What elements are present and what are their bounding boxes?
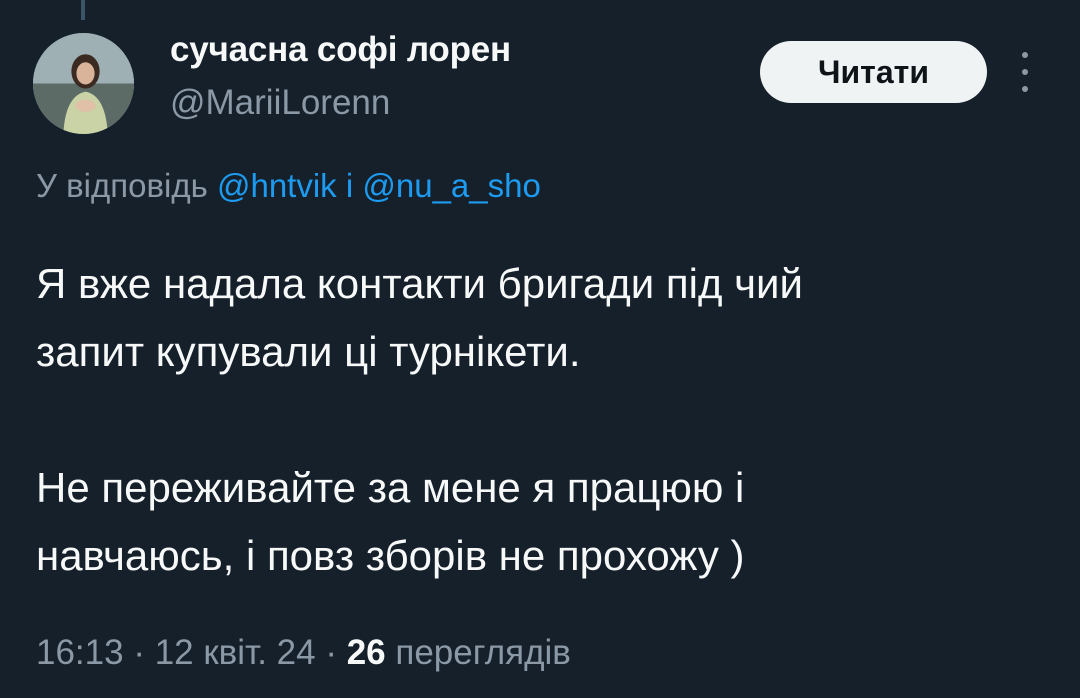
tweet-line: Не переживайте за мене я працюю і: [36, 464, 745, 511]
meta-separator: ·: [325, 633, 337, 672]
avatar-photo: [33, 33, 134, 134]
author-display-name[interactable]: сучасна софі лорен: [170, 30, 511, 70]
tweet-date[interactable]: 12 квіт. 24: [155, 633, 316, 672]
views-label[interactable]: переглядів: [395, 633, 571, 672]
more-vertical-icon[interactable]: [1010, 52, 1040, 92]
tweet-line: Я вже надала контакти бригади під чий: [36, 260, 803, 307]
meta-separator: ·: [133, 633, 145, 672]
reply-mention-hntvik[interactable]: @hntvik: [217, 167, 337, 204]
tweet-time[interactable]: 16:13: [36, 633, 124, 672]
more-dot: [1022, 86, 1028, 92]
reply-mention-nu-a-sho[interactable]: @nu_a_sho: [362, 167, 540, 204]
avatar[interactable]: [33, 33, 134, 134]
tweet-line: навчаюсь, і повз зборів не прохожу ): [36, 532, 745, 579]
reply-prefix: У відповідь: [36, 167, 208, 204]
thread-connector-line: [81, 0, 85, 20]
reply-mention-separator: і: [345, 167, 354, 204]
views-count[interactable]: 26: [347, 633, 386, 672]
replying-to: У відповідь @hntvik і @nu_a_sho: [36, 167, 541, 205]
more-dot: [1022, 52, 1028, 58]
author-handle[interactable]: @MariiLorenn: [170, 83, 390, 123]
tweet-text: Я вже надала контакти бригади під чий за…: [36, 250, 1066, 590]
follow-button[interactable]: Читати: [760, 41, 987, 103]
more-dot: [1022, 69, 1028, 75]
tweet-line: запит купували ці турнікети.: [36, 328, 581, 375]
tweet-meta: 16:13 · 12 квіт. 24 · 26 переглядів: [36, 633, 571, 673]
